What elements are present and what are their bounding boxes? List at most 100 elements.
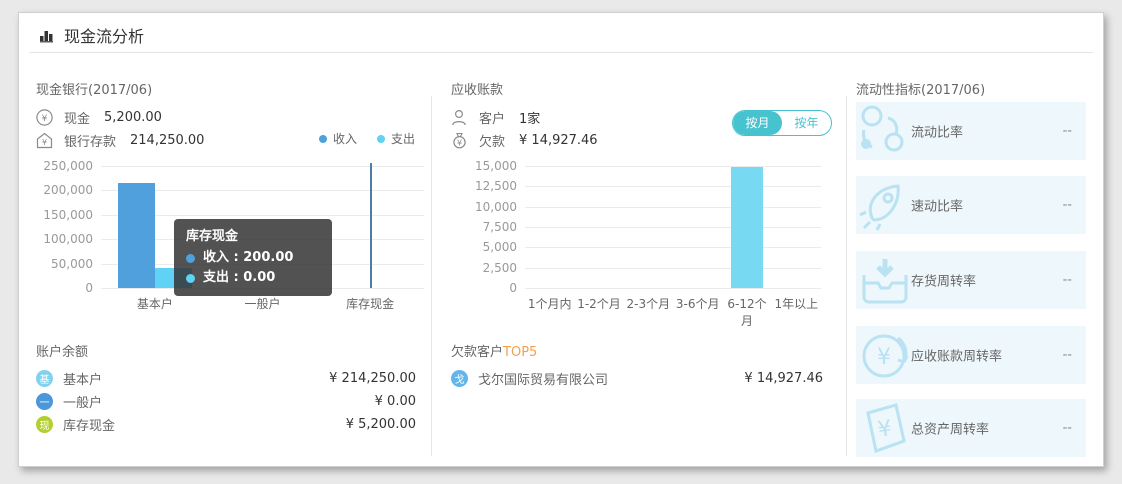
x-axis-tick-label: 2-3个月: [626, 297, 671, 311]
debt-customers-title: 欠款客户TOP5: [451, 341, 537, 360]
hover-axis-pointer-line: [370, 163, 373, 288]
indicator-card-quick-ratio[interactable]: 速动比率 --: [856, 176, 1086, 234]
tooltip-income-text: 收入 : 200.00: [203, 250, 294, 265]
indicator-card-asset-turnover[interactable]: ¥ 总资产周转率 --: [856, 399, 1086, 457]
chart-bar[interactable]: [731, 167, 763, 288]
legend-income-label: 收入: [333, 132, 358, 146]
balance-row-general: 一 一般户 ¥ 0.00: [36, 392, 416, 411]
period-toggle: 按月 按年: [732, 110, 832, 136]
y-gridline: [525, 227, 821, 228]
customer-stat-row: 客户 1家: [451, 108, 540, 127]
x-axis-tick-label: 基本户: [136, 297, 173, 311]
x-axis-tick-label: 1年以上: [774, 297, 819, 311]
x-axis-tick-label: 3-6个月: [675, 297, 720, 311]
y-axis-tick-label: 12,500: [475, 179, 517, 194]
tooltip-row: 支出 : 0.00: [186, 268, 318, 288]
debt-customers-prefix: 欠款客户: [451, 345, 504, 360]
inventory-turnover-label: 存货周转率: [911, 274, 977, 290]
debt-customers-top5: TOP5: [503, 345, 538, 360]
y-gridline: [525, 267, 821, 269]
bar-chart-icon: [39, 28, 55, 43]
bank-deposit-label: 银行存款: [64, 134, 117, 150]
debt-stat-row: ¥ 欠款 ¥ 14,927.46: [451, 131, 598, 150]
y-axis-tick-label: 7,500: [482, 220, 517, 234]
cash-value: 5,200.00: [104, 109, 162, 125]
toggle-by-month[interactable]: 按月: [733, 111, 782, 135]
x-axis-tick-label: 一般户: [244, 297, 281, 311]
bank-icon: ¥: [36, 132, 56, 149]
tooltip-income-dot: [186, 253, 195, 263]
receivable-turnover-icon: ¥: [858, 328, 912, 382]
legend-expense-label: 支出: [391, 132, 416, 146]
svg-text:¥: ¥: [877, 345, 891, 370]
rocket-icon: [858, 178, 912, 232]
chart-tooltip: 库存现金 收入 : 200.00 支出 : 0.00: [174, 219, 332, 296]
cash-flow-panel: 现金流分析 现金银行(2017/06) ¥ 现金 5,200.00 ¥ 银行存款…: [18, 12, 1104, 467]
cash-on-hand-label: 库存现金: [63, 418, 116, 434]
legend-item-income[interactable]: 收入: [319, 130, 357, 147]
dashboard-background: 现金流分析 现金银行(2017/06) ¥ 现金 5,200.00 ¥ 银行存款…: [0, 0, 1122, 484]
y-axis-tick-label: 0: [509, 281, 517, 295]
column-divider: [431, 96, 432, 456]
tooltip-title: 库存现金: [186, 229, 239, 244]
asset-turnover-icon: ¥: [858, 401, 912, 455]
income-legend-dot: [319, 134, 327, 143]
tooltip-expense-dot: [186, 273, 195, 283]
y-gridline: [525, 288, 821, 289]
debt-customer-row[interactable]: 戈 戈尔国际贸易有限公司 ¥ 14,927.46: [451, 369, 823, 388]
bank-deposit-value: 214,250.00: [130, 132, 205, 148]
debt-value: ¥ 14,927.46: [519, 132, 598, 148]
indicator-card-current-ratio[interactable]: 流动比率 --: [856, 102, 1086, 160]
y-axis-tick-label: 100,000: [43, 232, 93, 247]
asset-turnover-label: 总资产周转率: [911, 422, 990, 438]
indicator-card-inventory-turnover[interactable]: 存货周转率 --: [856, 251, 1086, 309]
y-axis-tick-label: 150,000: [43, 207, 93, 222]
balance-row-cash: 现 库存现金 ¥ 5,200.00: [36, 415, 416, 434]
y-axis-tick-label: 0: [85, 281, 93, 295]
basic-account-label: 基本户: [63, 372, 103, 388]
basic-account-value: ¥ 214,250.00: [329, 370, 416, 386]
tooltip-expense-text: 支出 : 0.00: [203, 270, 276, 285]
y-axis-tick-label: 200,000: [43, 183, 93, 198]
inventory-icon: [858, 253, 912, 307]
chart-legend: 收入 支出: [319, 130, 415, 147]
customer-debt-value: ¥ 14,927.46: [744, 370, 823, 386]
quick-ratio-value: --: [1062, 197, 1072, 213]
svg-text:¥: ¥: [42, 138, 47, 147]
y-gridline: [101, 166, 424, 167]
cash-bank-bar-chart[interactable]: 库存现金 收入 : 200.00 支出 : 0.00 0 50,000 100,00…: [36, 159, 426, 311]
panel-header: 现金流分析: [39, 23, 144, 47]
cash-on-hand-badge: 现: [36, 415, 53, 433]
toggle-by-year[interactable]: 按年: [782, 111, 831, 135]
page-title: 现金流分析: [64, 27, 145, 46]
cash-stat-row: ¥ 现金 5,200.00: [36, 108, 162, 127]
y-axis-tick-label: 50,000: [51, 256, 93, 271]
receivables-aging-bar-chart[interactable]: 0 2,500 5,000 7,500 10,000 12,500 15,000 1个月内 1-…: [451, 159, 833, 328]
debt-label: 欠款: [479, 134, 506, 150]
x-axis-tick-label: 6-12个月: [727, 297, 767, 328]
tooltip-row: 收入 : 200.00: [186, 248, 318, 268]
customer-icon: [451, 109, 471, 126]
liquidity-section-title: 流动性指标(2017/06): [856, 83, 986, 98]
bank-stat-row: ¥ 银行存款 214,250.00: [36, 131, 205, 150]
y-gridline: [525, 206, 821, 208]
moneybag-icon: ¥: [451, 132, 471, 149]
general-account-label: 一般户: [63, 395, 103, 411]
yen-circle-icon: ¥: [36, 108, 56, 126]
svg-text:¥: ¥: [876, 416, 893, 443]
current-ratio-value: --: [1062, 123, 1072, 139]
header-divider: [29, 52, 1093, 53]
svg-text:¥: ¥: [457, 138, 462, 147]
customer-label: 客户: [479, 111, 506, 127]
general-account-badge: 一: [36, 392, 53, 410]
receivable-turnover-label: 应收账款周转率: [911, 349, 1003, 365]
svg-text:¥: ¥: [42, 114, 48, 124]
legend-item-expense[interactable]: 支出: [377, 130, 415, 147]
y-axis-tick-label: 5,000: [482, 240, 517, 255]
y-axis-tick-label: 15,000: [475, 159, 517, 173]
indicator-card-receivable-turnover[interactable]: ¥ 应收账款周转率 --: [856, 326, 1086, 384]
chart-bar[interactable]: [117, 183, 155, 288]
asset-turnover-value: --: [1062, 420, 1072, 436]
account-balance-title: 账户余额: [36, 345, 89, 360]
bubbles-icon: [858, 104, 912, 158]
